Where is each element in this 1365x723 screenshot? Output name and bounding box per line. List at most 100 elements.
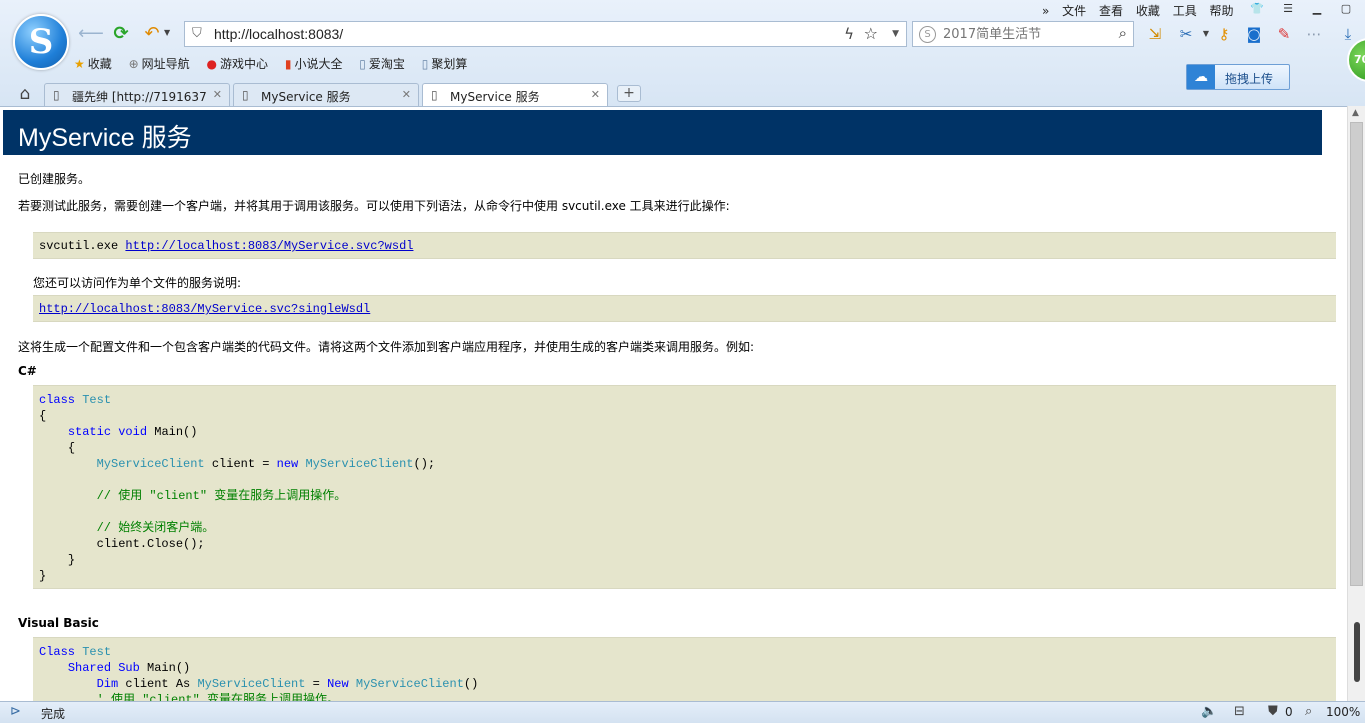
performance-badge[interactable]: 70 [1347,38,1365,82]
code-line: } [39,569,47,583]
maximize-button[interactable]: ▢ [1334,0,1358,18]
code-line: } [67,553,76,567]
csharp-heading: C# [18,364,37,378]
favorites-item[interactable]: ★ 收藏 [74,55,112,72]
adblock-icon[interactable]: ⛊ [1268,704,1278,719]
menu-file[interactable]: 文件 [1062,2,1086,19]
save-page-icon[interactable]: ⇲ [1145,24,1165,44]
menu-tools[interactable]: 工具 [1173,2,1197,19]
blocked-count: 0 [1285,705,1293,719]
status-text: 完成 [41,707,66,721]
search-engine-icon[interactable]: S [919,26,936,43]
svcutil-command: svcutil.exe [39,239,119,253]
favorites-label: 游戏中心 [220,57,269,71]
address-dropdown-icon[interactable]: ▼ [892,29,899,39]
refresh-button[interactable]: ⟳ [110,23,132,45]
cloud-sync-icon[interactable]: ⊟ [1234,704,1245,719]
search-input[interactable] [943,24,1103,44]
scissors-dropdown-icon[interactable]: ▼ [1196,24,1216,44]
generate-note: 这将生成一个配置文件和一个包含客户端类的代码文件。请将这两个文件添加到客户端应用… [18,340,755,354]
document-icon: ▯ [431,88,438,102]
zoom-icon[interactable]: ⌕ [1305,704,1312,719]
minimize-button[interactable]: ▁ [1305,0,1329,18]
vb-heading: Visual Basic [18,616,99,630]
close-tab-icon[interactable]: ✕ [213,88,222,101]
code-comment: // 始终关闭客户端。 [96,521,215,535]
speed-mode-icon[interactable]: ϟ [844,25,854,43]
wsdl-link[interactable]: http://localhost:8083/MyService.svc?wsdl [125,239,413,253]
zoom-level[interactable]: 100% [1326,705,1360,719]
csharp-code-box: class Test { static void Main() { MyServ… [33,385,1336,589]
translate-icon[interactable]: ✎ [1274,24,1294,44]
menu-expand-icon[interactable]: » [1042,4,1049,18]
code-line: { [67,441,76,455]
download-icon[interactable]: ⤓ [1338,24,1358,44]
scroll-up-icon[interactable]: ▲ [1352,108,1359,118]
globe-icon: ⊕ [128,57,139,71]
code-line: client.Close(); [96,537,205,551]
favorites-label: 收藏 [87,57,112,71]
vertical-scrollbar[interactable]: ▲ [1347,106,1365,701]
scrollbar-thumb[interactable] [1350,122,1363,586]
code-line: Shared Sub Main() [67,661,191,675]
window-menu-icon[interactable]: ☰ [1276,0,1300,18]
tab-title: MyService 服务 [261,90,351,104]
single-wsdl-box: http://localhost:8083/MyService.svc?sing… [33,295,1336,322]
undo-icon[interactable]: ↶ [141,23,163,45]
menu-favorites[interactable]: 收藏 [1136,2,1160,19]
tab-2[interactable]: ▯ MyService 服务 ✕ [233,83,419,106]
tab-1[interactable]: ▯ 疆先绅 [http://7191637 ✕ [44,83,230,106]
tab-bar: ⌂ ▯ 疆先绅 [http://7191637 ✕ ▯ MyService 服务… [0,83,1365,107]
intro-text: 若要测试此服务，需要创建一个客户端，并将其用于调用该服务。可以使用下列语法，从命… [18,199,730,213]
page-title: MyService 服务 [18,124,192,152]
new-tab-button[interactable]: + [617,85,641,102]
code-line: static void Main() [67,425,198,439]
browser-logo-icon[interactable]: S [13,14,69,70]
home-icon[interactable]: ⌂ [14,83,36,105]
back-button[interactable]: ⟵ [78,23,104,45]
bookmark-star-icon[interactable]: ☆ [864,24,878,43]
menu-help[interactable]: 帮助 [1210,2,1234,19]
close-tab-icon[interactable]: ✕ [402,88,411,101]
svcutil-box: svcutil.exe http://localhost:8083/MyServ… [33,232,1336,259]
document-icon: ▯ [53,88,60,102]
single-wsdl-link[interactable]: http://localhost:8083/MyService.svc?sing… [39,302,370,316]
tab-3-active[interactable]: ▯ MyService 服务 ✕ [422,83,608,107]
more-icon[interactable]: ⋯ [1304,24,1324,44]
volume-icon[interactable]: 🔈 [1201,704,1217,719]
menu-view[interactable]: 查看 [1099,2,1123,19]
favorites-bar: ★ 收藏 ⊕ 网址导航 ● 游戏中心 ▮ 小说大全 ▯ 爱淘宝 ▯ 聚划算 [74,55,480,75]
code-line: Dim client As MyServiceClient = New MySe… [96,677,479,691]
favorites-item[interactable]: ⊕ 网址导航 [129,55,190,72]
search-icon[interactable]: ⌕ [1119,24,1127,42]
key-icon[interactable]: ⚷ [1214,24,1234,44]
page-viewport: MyService 服务 已创建服务。 若要测试此服务，需要创建一个客户端，并将… [0,106,1347,701]
scissors-icon[interactable]: ✂ [1176,24,1196,44]
document-icon: ▯ [242,88,249,102]
code-line: { [39,409,47,423]
menu-bar: » 文件 查看 收藏 工具 帮助 [1042,2,1243,18]
undo-dropdown-icon[interactable]: ▼ [164,28,170,37]
favorites-item[interactable]: ▯ 聚划算 [422,55,468,72]
browser-toolbar: S ⟵ ⟳ ↶ ▼ ⛉ http://localhost:8083/ ϟ ☆ ▼… [0,0,1365,107]
code-comment: ' 使用 "client" 变量在服务上调用操作。 [96,693,340,701]
scroll-position-marker [1354,622,1360,682]
tab-title: 疆先绅 [http://7191637 [72,90,207,104]
status-bar: ⊳ 完成 🔈 ⊟ ⛊ 0 ⌕ 100% [0,701,1365,723]
close-tab-icon[interactable]: ✕ [591,88,600,101]
screenshot-icon[interactable]: ◙ [1244,24,1264,44]
favorites-item[interactable]: ▯ 爱淘宝 [359,55,405,72]
sidebar-toggle-icon[interactable]: ⊳ [10,704,21,719]
address-url[interactable]: http://localhost:8083/ [214,26,343,42]
code-comment: // 使用 "client" 变量在服务上调用操作。 [96,489,347,503]
page-heading-banner: MyService 服务 [3,110,1322,155]
search-bar[interactable]: S ⌕ [912,21,1134,47]
code-line: class Test [39,393,112,407]
tab-title: MyService 服务 [450,90,540,104]
star-icon: ★ [74,57,85,71]
favorites-item[interactable]: ● 游戏中心 [207,55,269,72]
favorites-item[interactable]: ▮ 小说大全 [285,55,343,72]
skin-icon[interactable]: 👕 [1245,0,1269,18]
address-bar[interactable]: ⛉ http://localhost:8083/ ϟ ☆ ▼ [184,21,907,47]
novel-icon: ▮ [284,57,292,71]
